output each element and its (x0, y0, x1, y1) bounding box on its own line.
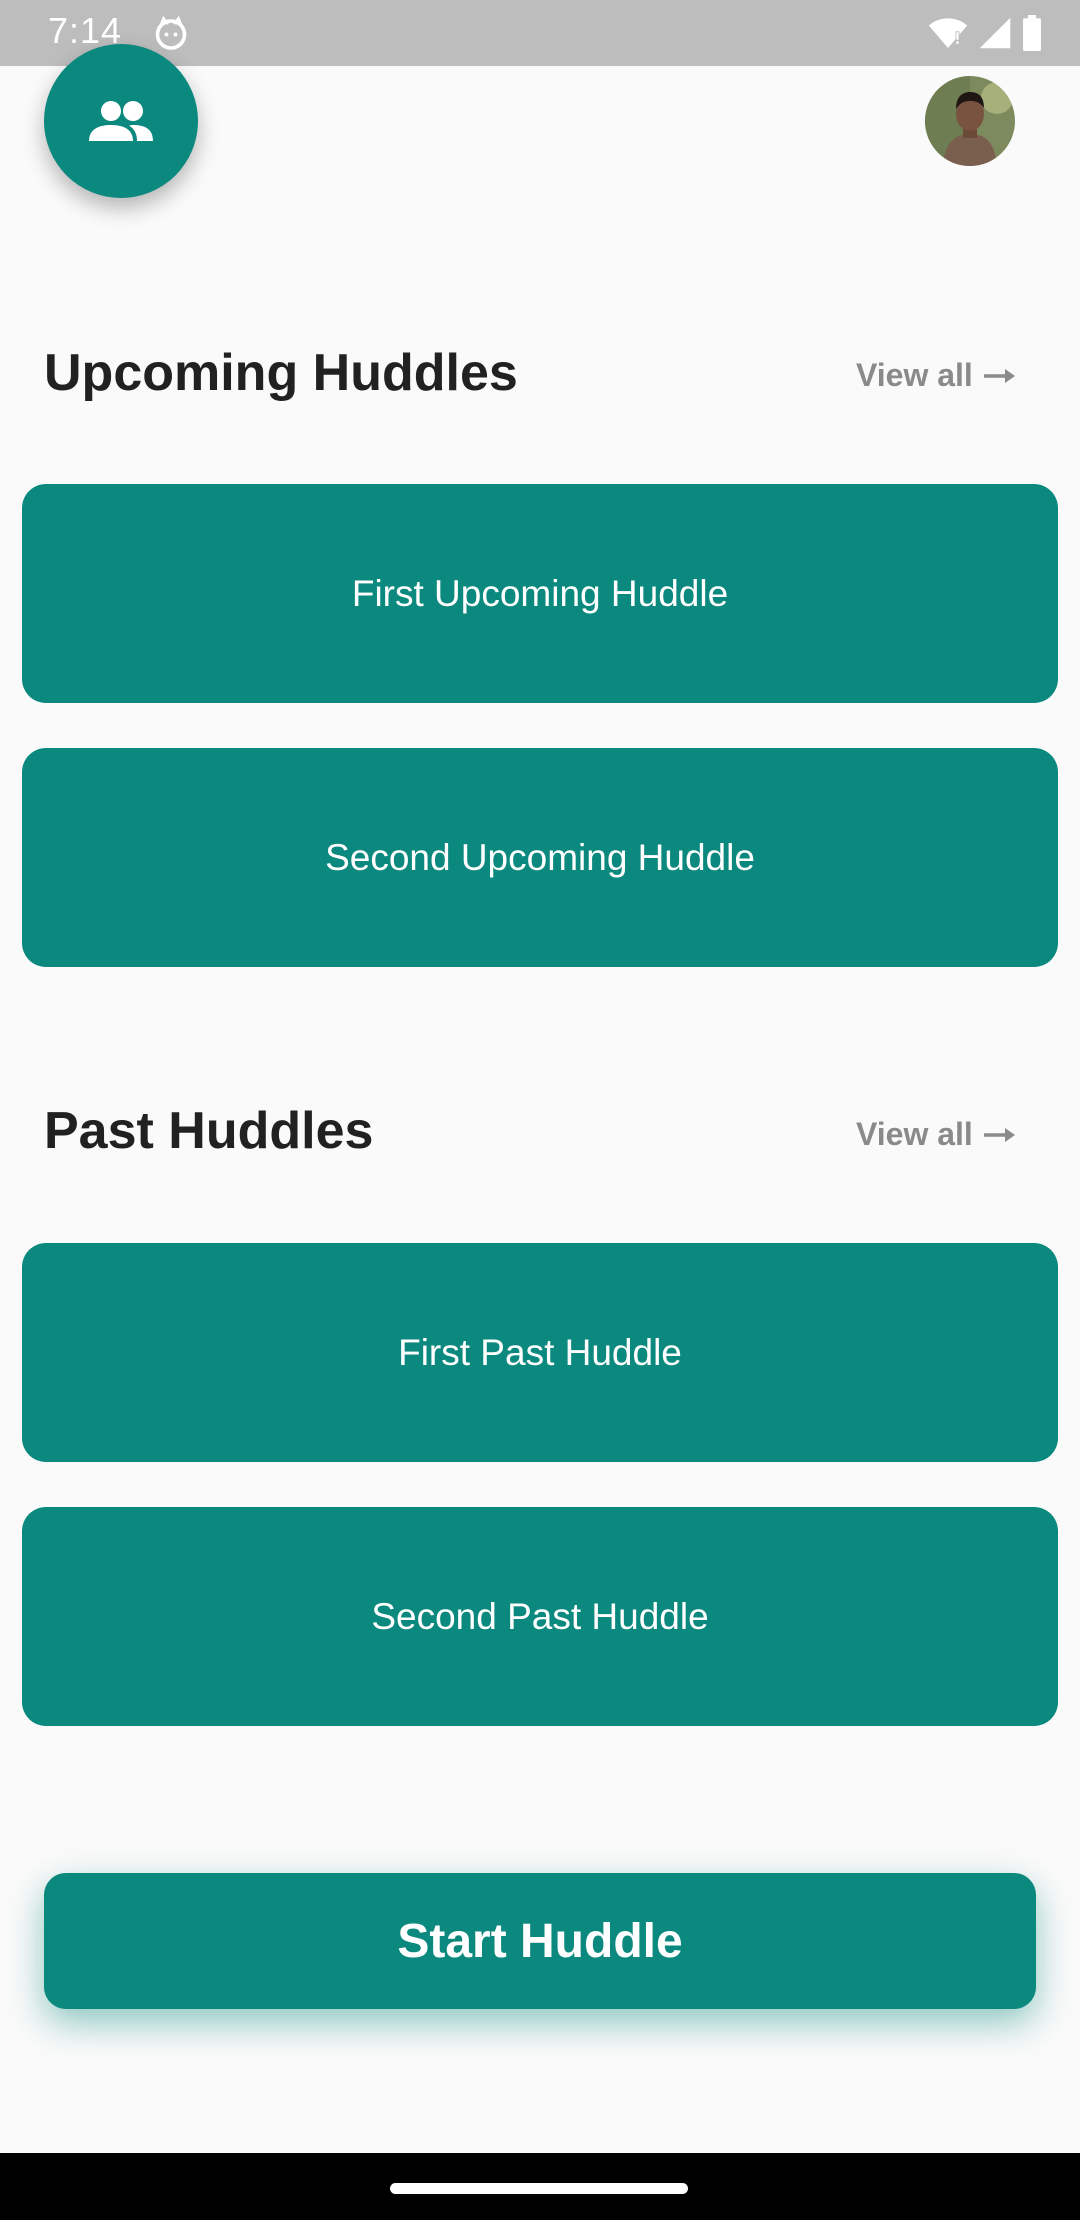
upcoming-huddle-card-1[interactable]: First Upcoming Huddle (22, 484, 1058, 703)
arrow-right-icon (983, 368, 1015, 383)
past-view-all-label: View all (856, 1116, 973, 1152)
cat-notification-icon (155, 15, 187, 50)
start-huddle-button[interactable]: Start Huddle (44, 1873, 1036, 2009)
user-avatar[interactable] (925, 76, 1015, 166)
upcoming-huddles-title: Upcoming Huddles (44, 344, 518, 402)
groups-button[interactable] (44, 44, 198, 198)
past-view-all-link[interactable]: View all (856, 1116, 1017, 1153)
arrow-right-icon (983, 1127, 1015, 1142)
huddle-card-label: Second Past Huddle (371, 1595, 709, 1637)
avatar-image (925, 76, 1015, 166)
upcoming-view-all-link[interactable]: View all (856, 357, 1017, 394)
status-icons (928, 14, 1042, 52)
wifi-icon (928, 18, 968, 48)
upcoming-view-all-label: View all (856, 357, 973, 393)
past-huddles-title: Past Huddles (44, 1102, 374, 1160)
huddle-card-label: Second Upcoming Huddle (325, 836, 755, 878)
huddle-card-label: First Past Huddle (398, 1331, 682, 1373)
signal-icon (979, 17, 1011, 49)
upcoming-huddle-card-2[interactable]: Second Upcoming Huddle (22, 748, 1058, 967)
battery-icon (1023, 15, 1041, 51)
people-icon (89, 101, 153, 141)
huddle-card-label: First Upcoming Huddle (351, 572, 729, 614)
past-huddle-card-2[interactable]: Second Past Huddle (22, 1507, 1058, 1726)
app-screen: 7:14 Upcoming Huddles View all First Upc… (0, 0, 1080, 2220)
start-huddle-label: Start Huddle (397, 1914, 683, 1968)
past-huddle-card-1[interactable]: First Past Huddle (22, 1243, 1058, 1462)
home-gesture-handle[interactable] (390, 2183, 688, 2194)
